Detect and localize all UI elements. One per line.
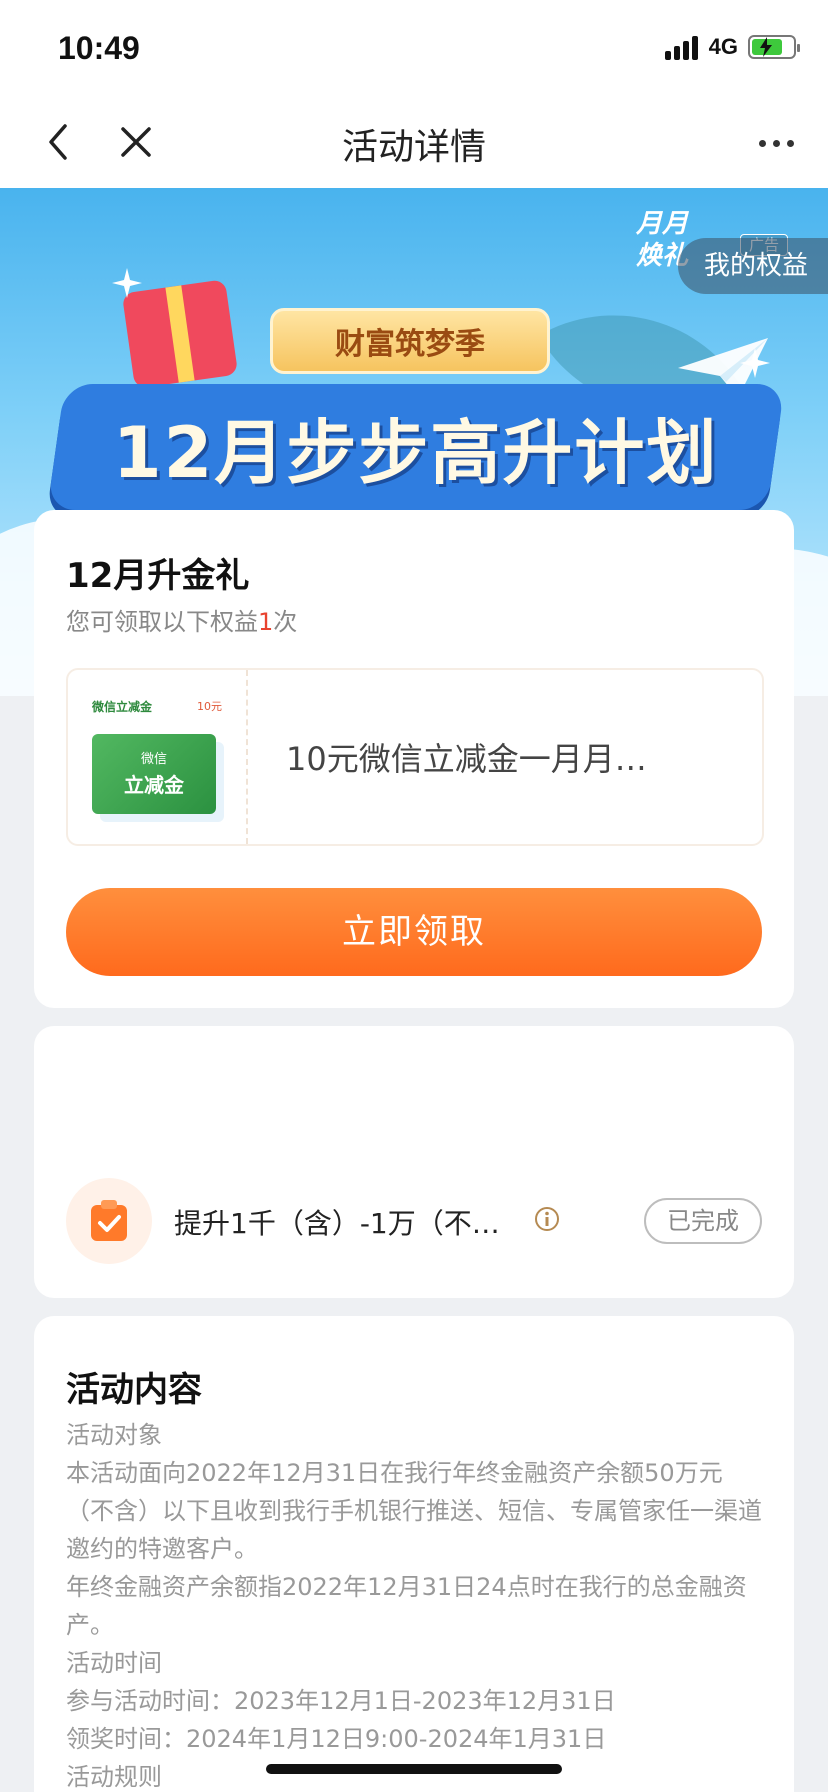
task-card: 提升1千（含）-1万（不… 已完成 (34, 1026, 794, 1298)
sparkle-icon (740, 348, 770, 378)
content-line: 活动对象 (66, 1421, 162, 1449)
content-line: 领奖时间：2024年1月12日9:00-2024年1月31日 (66, 1725, 607, 1753)
coupon-item[interactable]: 微信立减金 10元 微信 立减金 10元微信立减金一月月… (66, 668, 764, 846)
home-indicator[interactable] (266, 1764, 562, 1774)
activity-content-body: 活动对象 本活动面向2022年12月31日在我行年终金融资产余额50万元（不含）… (66, 1416, 766, 1792)
reward-card: 12月升金礼 您可领取以下权益1次 微信立减金 10元 微信 立减金 10元微信… (34, 510, 794, 1008)
banner-headline: 12月步步高升计划 (47, 384, 785, 510)
network-type: 4G (708, 34, 738, 59)
content-line: 年终金融资产余额指2022年12月31日24点时在我行的总金融资产。 (66, 1573, 747, 1639)
banner-ribbon-text: 财富筑梦季 (335, 327, 485, 362)
claim-button[interactable]: 立即领取 (66, 888, 762, 976)
more-menu-button[interactable] (759, 140, 794, 147)
task-description: 提升1千（含）-1万（不… (174, 1207, 500, 1240)
content-line: 参与活动时间：2023年12月1日-2023年12月31日 (66, 1687, 616, 1715)
content-line: 活动时间 (66, 1649, 162, 1677)
wechat-coupon-image: 微信 立减金 (92, 734, 216, 814)
reward-title: 12月升金礼 (66, 556, 250, 596)
activity-content-card: 活动内容 活动对象 本活动面向2022年12月31日在我行年终金融资产余额50万… (34, 1316, 794, 1792)
status-badge: 已完成 (644, 1198, 762, 1244)
my-rights-button[interactable]: 我的权益 (677, 238, 828, 294)
banner-ribbon: 财富筑梦季 (270, 308, 550, 374)
info-icon[interactable] (534, 1206, 560, 1232)
banner-headline-text: 12月步步高升计划 (113, 411, 719, 494)
more-icon (759, 140, 766, 147)
status-bar: 10:49 4G (0, 0, 828, 96)
signal-icon (664, 34, 699, 60)
page-title: 活动详情 (341, 127, 486, 168)
battery-icon (748, 35, 800, 59)
content-line: 本活动面向2022年12月31日在我行年终金融资产余额50万元（不含）以下且收到… (66, 1459, 762, 1563)
status-time: 10:49 (58, 30, 140, 66)
reward-subtitle: 您可领取以下权益1次 (66, 608, 298, 636)
coupon-name: 10元微信立减金一月月… (286, 740, 647, 778)
sparkle-icon (112, 268, 142, 298)
activity-content-title: 活动内容 (66, 1370, 202, 1410)
nav-bar: 活动详情 (0, 96, 828, 188)
status-indicators: 4G (664, 34, 800, 60)
clipboard-check-icon (91, 1200, 127, 1241)
reward-count: 1 (258, 608, 274, 636)
task-icon-wrap (66, 1178, 152, 1264)
coupon-thumbnail: 微信立减金 10元 微信 立减金 (68, 670, 248, 844)
